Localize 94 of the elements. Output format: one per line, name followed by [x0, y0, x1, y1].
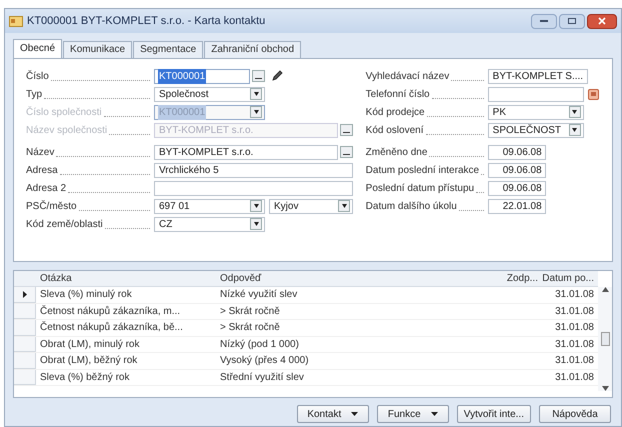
dropdown-button[interactable]: [250, 200, 262, 212]
caret-icon: [254, 92, 258, 96]
table-cell-text: > Skrát ročně: [220, 321, 280, 336]
caret-icon: [342, 204, 346, 208]
scroll-down-icon[interactable]: [602, 386, 608, 391]
dropdown-field[interactable]: PK: [488, 104, 584, 120]
card-icon: [9, 16, 23, 26]
maximize-icon[interactable]: [559, 14, 585, 28]
scroll-up-icon[interactable]: [602, 287, 608, 292]
table-cell-text: 31.01.08: [555, 304, 594, 319]
field-label: Typ: [26, 88, 42, 102]
field-label: Adresa: [26, 164, 58, 178]
input-field[interactable]: KT000001: [154, 68, 250, 84]
tab[interactable]: Segmentace: [133, 41, 204, 58]
input-field[interactable]: Vrchlického 5: [154, 162, 353, 178]
field-label: Název: [26, 146, 54, 160]
field-label: Kód prodejce: [366, 106, 425, 120]
input-field[interactable]: 22.01.08: [488, 198, 546, 214]
table-cell-text: Nízký (pod 1 000): [220, 338, 299, 352]
dropdown-field[interactable]: Kyjov: [269, 198, 353, 214]
field-label: Kód oslovení: [366, 124, 424, 138]
table-cell: Četnost nákupů zákazníka, bě...: [40, 320, 183, 336]
dropdown-button[interactable]: [568, 124, 581, 136]
action-button[interactable]: Funkce: [376, 405, 449, 423]
caret-icon: [430, 412, 438, 416]
scrollbar[interactable]: [598, 287, 612, 391]
caret-icon: [254, 204, 258, 208]
input-field[interactable]: [154, 180, 353, 196]
field-label: Změněno dne: [366, 146, 428, 160]
dropdown-field[interactable]: Společnost: [154, 86, 265, 102]
close-icon[interactable]: [587, 14, 617, 28]
field-label: Kód země/oblasti: [26, 218, 103, 232]
dropdown-button[interactable]: [250, 218, 262, 230]
tab[interactable]: Obecné: [13, 39, 62, 58]
caret-icon: [572, 110, 578, 114]
caret-icon: [572, 128, 578, 132]
table-cell-text: Sleva (%) běžný rok: [40, 370, 130, 385]
dropdown-button[interactable]: [338, 200, 350, 212]
table-cell-text: Střední využití slev: [220, 370, 304, 385]
field-label: Adresa 2: [26, 182, 66, 196]
column-header[interactable]: Zodp...: [506, 271, 538, 286]
caret-icon: [254, 110, 258, 114]
column-header[interactable]: Otázka: [40, 271, 72, 286]
field-label: Vyhledávací název: [366, 70, 450, 84]
dropdown-button[interactable]: [568, 106, 581, 118]
action-button[interactable]: Vytvořit inte...: [456, 405, 531, 423]
table-cell-text: 31.01.08: [555, 354, 594, 368]
input-field[interactable]: 09.06.08: [488, 144, 546, 160]
table-cell-text: 31.01.08: [555, 370, 594, 385]
window-title: KT000001 BYT-KOMPLET s.r.o. - Karta kontaktu: [27, 14, 266, 29]
tab[interactable]: Zahraniční obchod: [204, 41, 302, 58]
table-cell-text: Nízké využití slev: [220, 288, 298, 302]
input-field[interactable]: 09.06.08: [488, 180, 546, 196]
table-cell-text: 31.01.08: [555, 321, 594, 336]
input-field[interactable]: 09.06.08: [488, 162, 546, 178]
table-cell-text: Sleva (%) minulý rok: [40, 288, 132, 302]
field-label: Číslo společnosti: [26, 105, 102, 120]
lookup-button[interactable]: [340, 146, 353, 158]
field-label: PSČ/město: [26, 199, 77, 214]
row-pointer-icon: [22, 290, 26, 298]
field-label: Název společnosti: [26, 124, 108, 138]
input-field[interactable]: BYT-KOMPLET s.r.o.: [154, 144, 338, 160]
column-header[interactable]: Odpověď: [220, 271, 262, 286]
minimize-icon[interactable]: [531, 14, 557, 28]
lookup-button[interactable]: [340, 124, 353, 136]
phone-icon[interactable]: [588, 88, 599, 100]
table-cell-text: Vysoký (přes 4 000): [220, 354, 309, 368]
dropdown-button[interactable]: [250, 88, 262, 100]
field-label: Datum poslední interakce: [366, 164, 480, 178]
caret-icon: [351, 412, 358, 416]
caret-icon: [254, 222, 258, 226]
pencil-icon[interactable]: [271, 70, 283, 82]
table-cell-text: Obrat (LM), běžný rok: [40, 354, 138, 368]
field-label: Datum dalšího úkolu: [366, 200, 457, 214]
table-cell-text: 31.01.08: [555, 288, 594, 302]
action-button[interactable]: Kontakt: [296, 405, 369, 423]
field-label: Telefonní číslo: [366, 88, 430, 102]
scroll-thumb[interactable]: [600, 332, 610, 346]
tab[interactable]: Komunikace: [63, 41, 132, 58]
input-field[interactable]: BYT-KOMPLET S....: [488, 68, 588, 84]
column-header[interactable]: Datum po...: [542, 271, 594, 286]
table-cell-text: 31.01.08: [555, 338, 594, 352]
lookup-button[interactable]: [252, 70, 265, 82]
action-button[interactable]: Nápověda: [539, 405, 611, 423]
dropdown-field[interactable]: SPOLEČNOST: [488, 122, 584, 138]
table-cell-text: Četnost nákupů zákazníka, m...: [40, 304, 180, 319]
field-label: Číslo: [26, 69, 49, 84]
dropdown-field[interactable]: 697 01: [154, 198, 265, 214]
field-label: Poslední datum přístupu: [366, 182, 474, 196]
row-selector[interactable]: [14, 287, 36, 302]
table-cell-text: Obrat (LM), minulý rok: [40, 338, 140, 352]
table-cell-text: > Skrát ročně: [220, 304, 280, 319]
input-field[interactable]: [488, 86, 584, 102]
dropdown-field[interactable]: CZ: [154, 216, 265, 232]
